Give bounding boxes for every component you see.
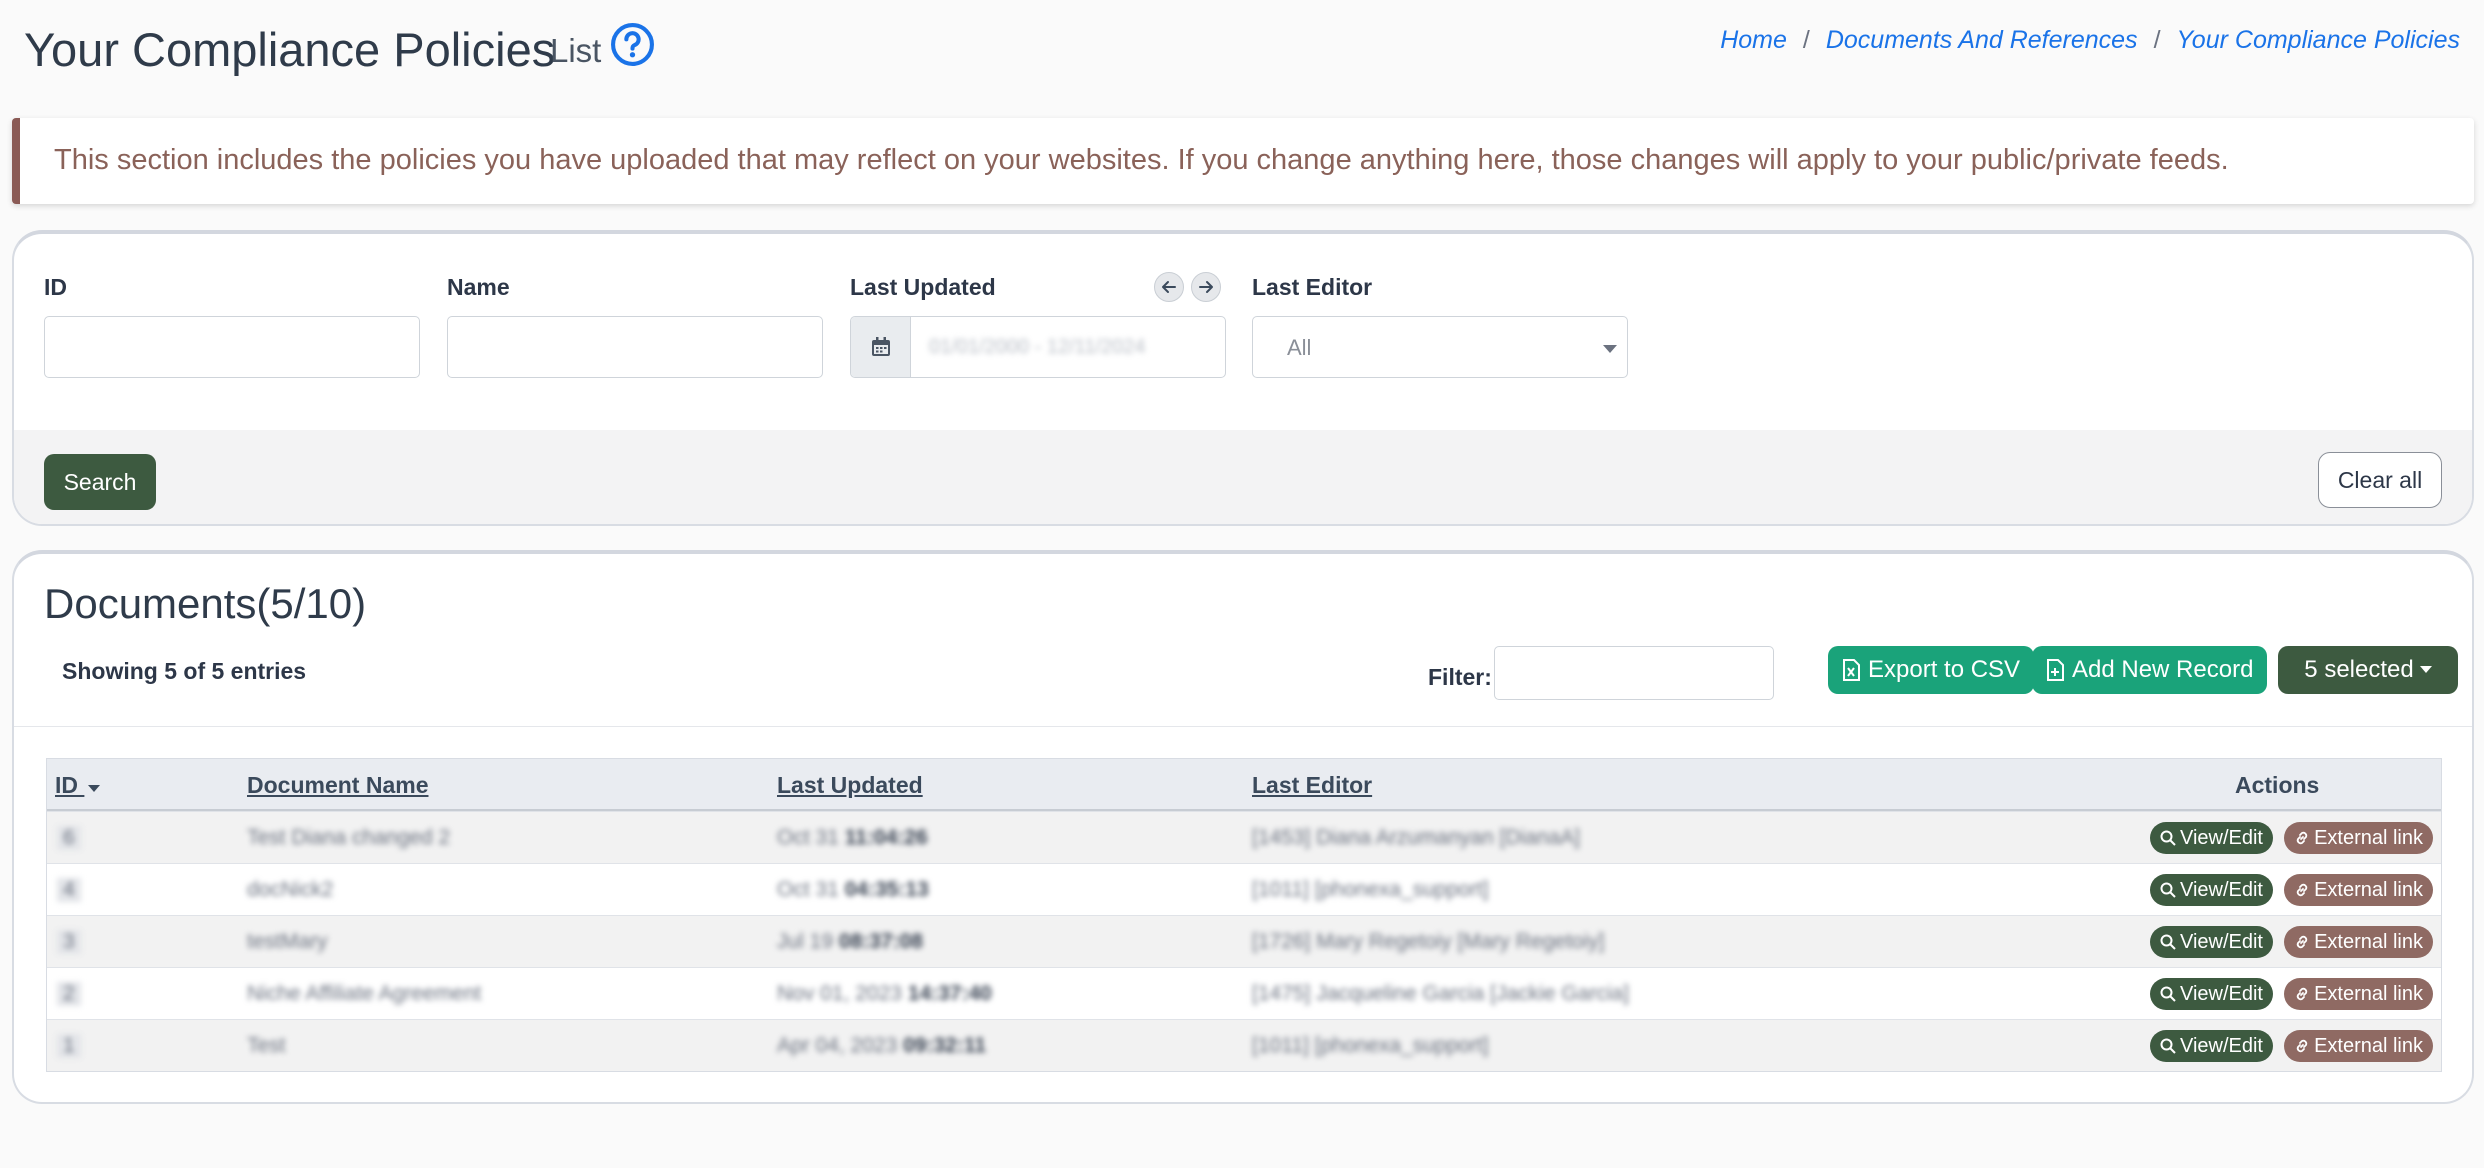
link-icon	[2296, 831, 2308, 845]
search-icon	[2160, 934, 2176, 950]
table-header: ID Document Name Last Updated Last Edito…	[47, 759, 2441, 811]
column-header-last-updated[interactable]: Last Updated	[777, 772, 923, 799]
name-input[interactable]	[447, 316, 823, 378]
table-row: 1 Test Apr 04, 2023 09:32:11 [1011] [pho…	[47, 1019, 2441, 1071]
columns-selected-label: 5 selected	[2304, 656, 2414, 683]
date-addon[interactable]	[851, 317, 911, 377]
link-icon	[2296, 987, 2308, 1001]
table-row: 2 Niche Affiliate Agreement Nov 01, 2023…	[47, 967, 2441, 1019]
cell-last-updated: Apr 04, 2023 09:32:11	[777, 1034, 987, 1057]
clear-all-button[interactable]: Clear all	[2318, 452, 2442, 508]
cell-last-updated: Oct 31 04:35:13	[777, 878, 929, 901]
last-editor-value: All	[1287, 335, 1312, 360]
filter-panel: ID Name Last Updated 01/01/2000 - 12/11/…	[12, 230, 2474, 526]
alert-text: This section includes the policies you h…	[54, 144, 2229, 176]
entries-count: Showing 5 of 5 entries	[62, 658, 307, 684]
external-link-button[interactable]: External link	[2284, 822, 2433, 854]
arrow-right-icon	[1199, 281, 1213, 293]
view-edit-button[interactable]: View/Edit	[2149, 926, 2273, 958]
cell-document-name: testMary	[247, 930, 328, 953]
arrow-left-icon	[1162, 281, 1176, 293]
filter-input[interactable]	[1494, 646, 1774, 700]
link-icon	[2296, 935, 2308, 949]
page-subtitle: List	[550, 32, 602, 69]
id-label: ID	[44, 274, 67, 300]
info-alert: This section includes the policies you h…	[12, 118, 2474, 204]
search-icon	[2160, 830, 2176, 846]
breadcrumb-documents[interactable]: Documents And References	[1826, 26, 2138, 55]
cell-document-name: Test	[247, 1034, 286, 1057]
cell-document-name: Test Diana changed 2	[247, 826, 451, 849]
view-edit-button[interactable]: View/Edit	[2149, 822, 2273, 854]
page-header: Your Compliance Policies List Home / Doc…	[0, 0, 2484, 110]
documents-table: ID Document Name Last Updated Last Edito…	[46, 758, 2442, 1072]
cell-document-name: docNick2	[247, 878, 334, 901]
documents-title: Documents(5/10)	[44, 580, 367, 627]
id-input[interactable]	[44, 316, 420, 378]
breadcrumb: Home / Documents And References / Your C…	[1720, 26, 2460, 55]
column-header-actions: Actions	[2235, 772, 2320, 798]
link-icon	[2296, 1039, 2308, 1053]
help-icon[interactable]	[610, 22, 655, 67]
last-updated-label: Last Updated	[850, 274, 996, 300]
cell-last-updated: Oct 31 11:04:26	[777, 826, 928, 849]
chevron-down-icon	[1603, 345, 1617, 353]
divider	[14, 726, 2472, 727]
table-row: 6 Test Diana changed 2 Oct 31 11:04:26 […	[47, 811, 2441, 863]
table-row: 4 docNick2 Oct 31 04:35:13 [1011] [phone…	[47, 863, 2441, 915]
view-edit-button[interactable]: View/Edit	[2149, 874, 2273, 906]
cell-document-name: Niche Affiliate Agreement	[247, 982, 482, 1005]
view-edit-button[interactable]: View/Edit	[2149, 978, 2273, 1010]
sort-desc-icon	[88, 785, 101, 792]
cell-id: 4	[57, 878, 81, 902]
export-csv-button[interactable]: Export to CSV	[1828, 646, 2035, 694]
cell-id: 2	[57, 982, 81, 1006]
table-row: 3 testMary Jul 19 08:37:08 [1726] Mary R…	[47, 915, 2441, 967]
add-new-record-label: Add New Record	[2072, 656, 2254, 683]
prev-period-button[interactable]	[1154, 272, 1184, 302]
cell-id: 3	[57, 930, 81, 954]
export-csv-label: Export to CSV	[1868, 656, 2021, 683]
external-link-button[interactable]: External link	[2284, 926, 2433, 958]
search-button[interactable]: Search	[44, 454, 156, 510]
file-excel-icon	[1843, 659, 1860, 681]
cell-last-editor: [1726] Mary Regetoiy [Mary Regetoiy]	[1252, 930, 1605, 953]
external-link-button[interactable]: External link	[2284, 978, 2433, 1010]
cell-last-updated: Nov 01, 2023 14:37:40	[777, 982, 992, 1005]
caret-down-icon	[2419, 666, 2432, 673]
cell-last-updated: Jul 19 08:37:08	[777, 930, 923, 953]
column-header-document-name[interactable]: Document Name	[247, 772, 428, 799]
column-header-last-editor[interactable]: Last Editor	[1252, 772, 1372, 799]
cell-last-editor: [1475] Jacqueline Garcia [Jackie Garcia]	[1252, 982, 1630, 1005]
external-link-button[interactable]: External link	[2284, 874, 2433, 906]
breadcrumb-current[interactable]: Your Compliance Policies	[2177, 26, 2460, 55]
column-header-id[interactable]: ID	[55, 772, 101, 799]
cell-last-editor: [1011] [phonexa_support]	[1252, 1034, 1489, 1057]
filter-label: Filter:	[1428, 664, 1492, 690]
search-icon	[2160, 986, 2176, 1002]
add-new-record-button[interactable]: Add New Record	[2032, 646, 2268, 694]
next-period-button[interactable]	[1191, 272, 1221, 302]
calendar-icon	[871, 337, 890, 356]
file-plus-icon	[2047, 659, 2064, 681]
last-editor-label: Last Editor	[1252, 274, 1373, 300]
columns-selected-dropdown[interactable]: 5 selected	[2278, 646, 2458, 694]
external-link-button[interactable]: External link	[2284, 1030, 2433, 1062]
view-edit-button[interactable]: View/Edit	[2149, 1030, 2273, 1062]
breadcrumb-home[interactable]: Home	[1720, 26, 1787, 55]
search-icon	[2160, 1038, 2176, 1054]
page-title: Your Compliance Policies	[24, 23, 556, 76]
cell-last-editor: [1011] [phonexa_support]	[1252, 878, 1489, 901]
last-editor-select[interactable]: All	[1252, 316, 1628, 378]
name-label: Name	[447, 274, 510, 300]
cell-id: 6	[57, 826, 81, 850]
search-icon	[2160, 882, 2176, 898]
cell-id: 1	[57, 1034, 81, 1058]
filter-footer	[14, 430, 2472, 524]
cell-last-editor: [1453] Diana Arzumanyan [DianaA]	[1252, 826, 1581, 849]
date-range-value: 01/01/2000 - 12/11/2024	[929, 335, 1146, 358]
documents-panel: Documents(5/10) Showing 5 of 5 entries F…	[12, 550, 2474, 1104]
link-icon	[2296, 883, 2308, 897]
last-updated-range-input[interactable]: 01/01/2000 - 12/11/2024	[850, 316, 1226, 378]
